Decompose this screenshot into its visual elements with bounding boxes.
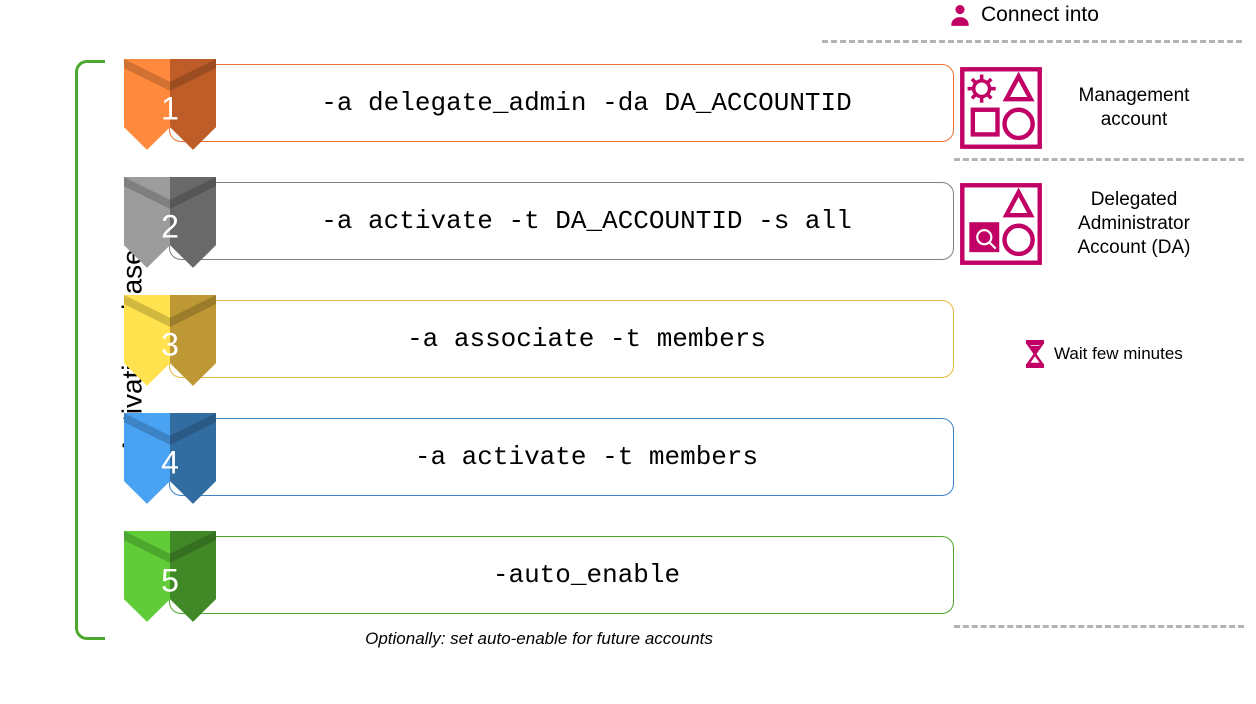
command-text: -auto_enable <box>493 560 680 590</box>
steps-container: 1 -a delegate_admin -da DA_ACCOUNTID 2 -a a… <box>124 55 954 645</box>
step-chevron: 5 <box>124 531 216 631</box>
step-chevron: 1 <box>124 59 216 159</box>
delegated-admin-label: Delegated Administrator Account (DA) <box>1059 188 1209 259</box>
step-chevron: 3 <box>124 295 216 395</box>
connect-label: Connect into <box>981 3 1099 27</box>
command-text: -a activate -t members <box>415 442 758 472</box>
user-icon <box>947 2 973 28</box>
connect-into: Connect into <box>947 2 1099 28</box>
divider-line <box>954 158 1244 161</box>
step-chevron: 2 <box>124 177 216 277</box>
command-box: -a activate -t members <box>169 418 954 496</box>
command-box: -a associate -t members <box>169 300 954 378</box>
wait-note: Wait few minutes <box>1024 340 1183 368</box>
step-2: 2 -a activate -t DA_ACCOUNTID -s all <box>124 173 954 269</box>
management-account-label: Management account <box>1059 84 1209 132</box>
management-account-icon <box>957 64 1045 152</box>
command-text: -a delegate_admin -da DA_ACCOUNTID <box>321 88 852 118</box>
step-number: 3 <box>161 327 179 364</box>
phase-bracket <box>75 60 105 640</box>
command-text: -a activate -t DA_ACCOUNTID -s all <box>321 206 852 236</box>
delegated-admin-icon <box>957 180 1045 268</box>
step-number: 4 <box>161 445 179 482</box>
step-3: 3 -a associate -t members <box>124 291 954 387</box>
step-1: 1 -a delegate_admin -da DA_ACCOUNTID <box>124 55 954 151</box>
management-account-block: Management account <box>957 64 1209 152</box>
hourglass-icon <box>1024 340 1046 368</box>
command-text: -a associate -t members <box>407 324 766 354</box>
step-5: 5-auto_enableOptionally: set auto-enable… <box>124 527 954 623</box>
divider-line <box>954 625 1244 628</box>
step-number: 2 <box>161 209 179 246</box>
step-chevron: 4 <box>124 413 216 513</box>
wait-label: Wait few minutes <box>1054 344 1183 364</box>
step-4: 4 -a activate -t members <box>124 409 954 505</box>
delegated-admin-block: Delegated Administrator Account (DA) <box>957 180 1209 268</box>
command-box: -auto_enable <box>169 536 954 614</box>
command-box: -a activate -t DA_ACCOUNTID -s all <box>169 182 954 260</box>
step-note: Optionally: set auto-enable for future a… <box>365 629 713 649</box>
step-number: 1 <box>161 91 179 128</box>
step-number: 5 <box>161 563 179 600</box>
divider-line <box>822 40 1242 43</box>
command-box: -a delegate_admin -da DA_ACCOUNTID <box>169 64 954 142</box>
